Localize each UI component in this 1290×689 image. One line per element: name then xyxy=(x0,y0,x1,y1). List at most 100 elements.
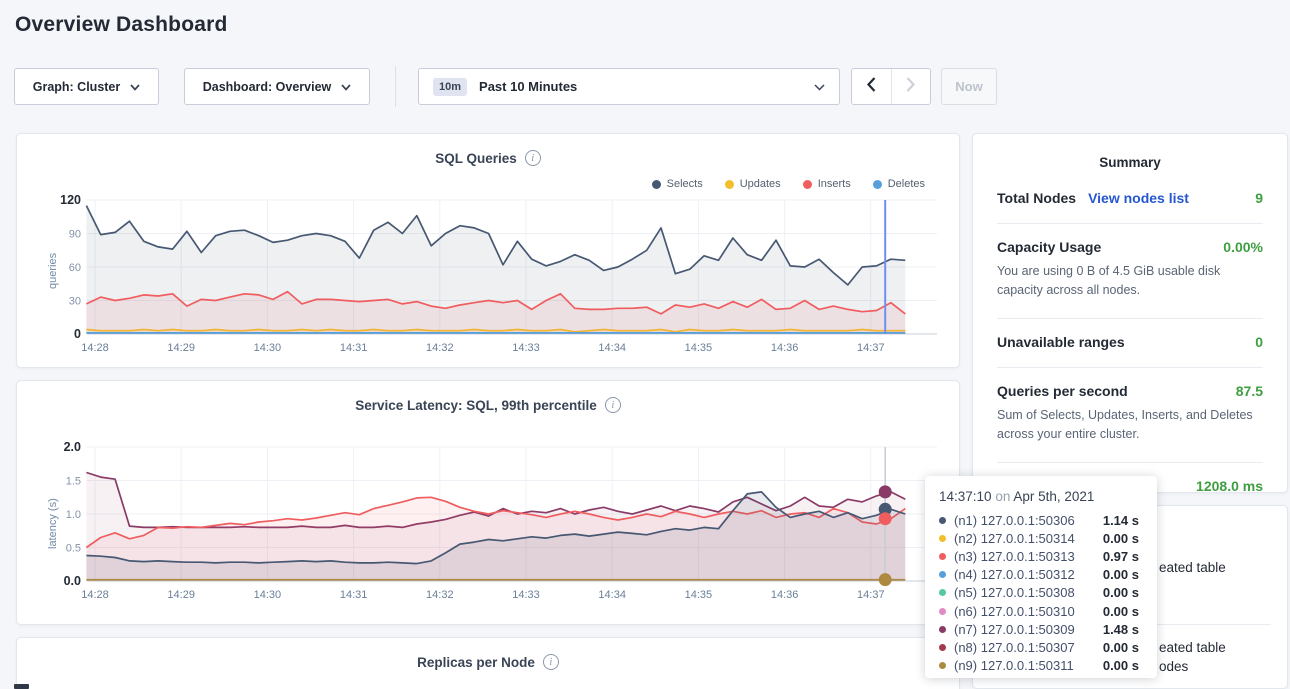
latency-value: 0.00 s xyxy=(1103,531,1139,546)
now-button[interactable]: Now xyxy=(941,68,997,105)
info-icon[interactable]: i xyxy=(543,654,559,670)
legend-label: Selects xyxy=(667,178,703,190)
legend-item-inserts[interactable]: Inserts xyxy=(803,178,851,190)
sql-queries-title: SQL Queries xyxy=(435,151,517,166)
series-dot xyxy=(939,626,946,633)
svg-text:60: 60 xyxy=(69,262,81,274)
series-dot xyxy=(939,517,946,524)
summary-value: 1208.0 ms xyxy=(1196,478,1263,494)
summary-row: Total NodesView nodes list9 xyxy=(997,175,1263,224)
series-dot xyxy=(939,608,946,615)
time-range-badge: 10m xyxy=(433,78,467,96)
svg-text:14:33: 14:33 xyxy=(512,342,540,354)
svg-text:0.5: 0.5 xyxy=(66,543,81,555)
dashboard-dropdown[interactable]: Dashboard: Overview xyxy=(184,68,370,105)
legend-item-deletes[interactable]: Deletes xyxy=(873,178,925,190)
latency-chart-plot[interactable]: 14:2814:2914:3014:3114:3214:3314:3414:35… xyxy=(25,441,945,613)
chevron-left-icon xyxy=(867,77,876,97)
legend-dot xyxy=(652,180,661,189)
legend-item-updates[interactable]: Updates xyxy=(725,178,781,190)
summary-label: Capacity Usage xyxy=(997,239,1101,255)
next-time-button[interactable] xyxy=(891,69,931,104)
prev-time-button[interactable] xyxy=(852,69,891,104)
tooltip-row: (n1) 127.0.0.1:503061.14 s xyxy=(939,511,1143,529)
tooltip-time: 14:37:10 xyxy=(939,489,992,504)
legend-item-selects[interactable]: Selects xyxy=(652,178,703,190)
summary-value: 87.5 xyxy=(1236,383,1263,399)
event-item: eated table xyxy=(1159,558,1277,577)
svg-text:14:32: 14:32 xyxy=(426,589,454,601)
time-range-label: Past 10 Minutes xyxy=(479,79,577,94)
svg-text:0.0: 0.0 xyxy=(64,574,81,588)
chevron-down-icon xyxy=(130,80,140,94)
tooltip-timestamp: 14:37:10 on Apr 5th, 2021 xyxy=(939,489,1143,504)
legend-dot xyxy=(803,180,812,189)
summary-value: 0 xyxy=(1255,334,1263,350)
series-dot xyxy=(939,535,946,542)
svg-text:14:28: 14:28 xyxy=(81,342,109,354)
series-dot xyxy=(939,662,946,669)
summary-row: Capacity Usage0.00%You are using 0 B of … xyxy=(997,224,1263,319)
sql-chart-plot[interactable]: 14:2814:2914:3014:3114:3214:3314:3414:35… xyxy=(25,194,945,366)
chevron-down-icon xyxy=(814,78,825,96)
info-icon[interactable]: i xyxy=(525,150,541,166)
service-latency-card: Service Latency: SQL, 99th percentile i … xyxy=(16,380,960,625)
tooltip-conjunction: on xyxy=(992,489,1014,504)
series-dot xyxy=(939,553,946,560)
chart-title-row: SQL Queries i xyxy=(17,150,959,166)
chevron-right-icon xyxy=(906,77,915,97)
info-icon[interactable]: i xyxy=(605,397,621,413)
tooltip-row: (n7) 127.0.0.1:503091.48 s xyxy=(939,620,1143,638)
summary-panel: Summary Total NodesView nodes list9Capac… xyxy=(972,133,1288,493)
summary-desc: Sum of Selects, Updates, Inserts, and De… xyxy=(997,406,1263,445)
chart-hover-tooltip: 14:37:10 on Apr 5th, 2021 (n1) 127.0.0.1… xyxy=(925,476,1157,678)
series-dot xyxy=(939,644,946,651)
latency-value: 0.00 s xyxy=(1103,604,1139,619)
clipped-content xyxy=(14,684,29,689)
chart-title-row: Replicas per Node i xyxy=(17,654,959,670)
tooltip-row: (n2) 127.0.0.1:50314 0.00 s xyxy=(939,529,1143,547)
summary-desc: You are using 0 B of 4.5 GiB usable disk… xyxy=(997,262,1263,301)
tooltip-date: Apr 5th, 2021 xyxy=(1013,489,1094,504)
svg-text:14:29: 14:29 xyxy=(167,342,195,354)
summary-value: 9 xyxy=(1255,190,1263,206)
legend-dot xyxy=(873,180,882,189)
summary-link[interactable]: View nodes list xyxy=(1088,190,1189,206)
tooltip-row: (n8) 127.0.0.1:503070.00 s xyxy=(939,638,1143,656)
latency-value: 0.97 s xyxy=(1103,549,1139,564)
legend-dot xyxy=(725,180,734,189)
tooltip-row: (n3) 127.0.0.1:503130.97 s xyxy=(939,547,1143,565)
latency-value: 0.00 s xyxy=(1103,658,1139,673)
summary-row-top: Unavailable ranges0 xyxy=(997,334,1263,350)
svg-text:14:36: 14:36 xyxy=(771,342,799,354)
time-range-selector[interactable]: 10m Past 10 Minutes xyxy=(418,68,840,105)
svg-text:14:31: 14:31 xyxy=(340,589,368,601)
svg-text:14:29: 14:29 xyxy=(167,589,195,601)
svg-text:14:31: 14:31 xyxy=(340,342,368,354)
sql-legend: Selects Updates Inserts Deletes xyxy=(652,178,925,190)
svg-text:14:37: 14:37 xyxy=(857,589,885,601)
svg-text:14:30: 14:30 xyxy=(254,589,282,601)
svg-text:120: 120 xyxy=(60,194,81,207)
svg-text:14:35: 14:35 xyxy=(685,589,713,601)
page-title: Overview Dashboard xyxy=(15,13,228,37)
node-name: (n8) 127.0.0.1:50307 xyxy=(954,640,1075,655)
node-name: (n1) 127.0.0.1:50306 xyxy=(954,513,1075,528)
svg-text:30: 30 xyxy=(69,296,81,308)
toolbar-divider xyxy=(395,66,396,107)
svg-text:90: 90 xyxy=(69,229,81,241)
event-item-line: eated table xyxy=(1159,638,1277,657)
latency-value: 0.00 s xyxy=(1103,585,1139,600)
tooltip-row: (n4) 127.0.0.1:503120.00 s xyxy=(939,566,1143,584)
chevron-down-icon xyxy=(341,80,351,94)
node-name: (n4) 127.0.0.1:50312 xyxy=(954,567,1075,582)
node-name: (n2) 127.0.0.1:50314 xyxy=(954,531,1075,546)
summary-row: Unavailable ranges0 xyxy=(997,319,1263,368)
summary-row-top: Total NodesView nodes list9 xyxy=(997,190,1263,206)
graph-dropdown[interactable]: Graph: Cluster xyxy=(14,68,159,105)
series-dot xyxy=(939,589,946,596)
svg-text:14:33: 14:33 xyxy=(512,589,540,601)
svg-text:14:37: 14:37 xyxy=(857,342,885,354)
tooltip-row: (n5) 127.0.0.1:503080.00 s xyxy=(939,584,1143,602)
svg-text:1.5: 1.5 xyxy=(66,476,81,488)
